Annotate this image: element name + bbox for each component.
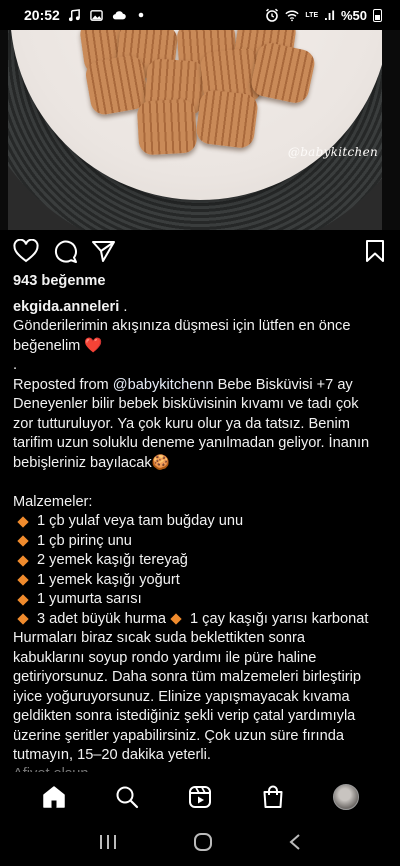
music-note-icon bbox=[68, 8, 82, 22]
cookie-graphic bbox=[194, 88, 260, 150]
share-button[interactable] bbox=[90, 238, 116, 264]
avatar bbox=[332, 784, 359, 810]
ingredient-item: 1 yemek kaşığı yoğurt bbox=[13, 571, 393, 591]
home-circle-icon bbox=[193, 832, 212, 851]
image-edge bbox=[0, 30, 8, 230]
orange-diamond-icon bbox=[17, 555, 29, 567]
battery-icon bbox=[373, 8, 382, 22]
like-button[interactable] bbox=[13, 238, 39, 264]
ingredient-item: 1 çb yulaf veya tam buğday unu bbox=[13, 512, 393, 532]
alarm-icon bbox=[265, 8, 279, 22]
wifi-icon bbox=[285, 8, 300, 22]
instruction-line: kabuklarını soyup rondo yardımı ile püre… bbox=[13, 649, 317, 666]
instruction-line: getiriyorsunuz. Daha sonra tüm malzemele… bbox=[13, 669, 361, 685]
cloud-icon bbox=[112, 8, 126, 22]
home-icon bbox=[43, 786, 66, 808]
status-left: 20:52 bbox=[24, 7, 148, 23]
ingredient-item: 2 yemek kaşığı tereyağ bbox=[13, 551, 393, 571]
post-content: 943 beğenme ekgida.anneleri . Gönderiler… bbox=[13, 272, 393, 782]
cookie-graphic bbox=[136, 98, 198, 156]
ingredients-title: Malzemeler: bbox=[13, 493, 93, 510]
system-nav-bar bbox=[0, 822, 400, 866]
post-image[interactable]: @babykitchen bbox=[0, 30, 400, 230]
body-line: zor tutturuluyor. Ya çok kuru olur ya da… bbox=[13, 415, 350, 432]
bottom-nav bbox=[0, 772, 400, 822]
ingredient-item: 1 yumurta sarısı bbox=[13, 590, 393, 610]
nav-reels[interactable] bbox=[184, 781, 216, 813]
send-icon bbox=[91, 241, 115, 262]
body-line: tarifim uzun soluklu deneme yanılmadan g… bbox=[13, 435, 370, 451]
ingredient-item: 1 çb pirinç unu bbox=[13, 532, 393, 552]
caption-line: Gönderilerimin akışınıza düşmesi için lü… bbox=[13, 318, 351, 334]
battery-percent: %50 bbox=[340, 7, 367, 23]
orange-diamond-icon bbox=[170, 613, 182, 625]
recent-apps-button[interactable] bbox=[98, 833, 118, 856]
repost-line: Reposted from @babykitchenn Bebe Bisküvi… bbox=[13, 376, 393, 396]
caption-header: ekgida.anneleri . bbox=[13, 298, 128, 315]
dot-icon bbox=[134, 8, 148, 22]
orange-diamond-icon bbox=[17, 594, 29, 606]
ingredient-item: 3 adet büyük hurma 1 çay kaşığı yarısı ka… bbox=[13, 610, 393, 630]
instruction-line: geldikten sonra istediğiniz şekli verip … bbox=[13, 708, 356, 724]
back-chevron-icon bbox=[289, 833, 300, 850]
repost-handle-link[interactable]: @babykitchenn bbox=[113, 377, 214, 393]
recent-apps-icon bbox=[99, 834, 116, 849]
instruction-line: tutmayın, 15–20 dakika yeterli. bbox=[13, 747, 211, 763]
body-line: bebişleriniz bayılacak🍪 bbox=[13, 454, 170, 471]
shop-icon bbox=[263, 785, 283, 808]
nav-search[interactable] bbox=[111, 781, 143, 813]
image-edge bbox=[382, 30, 400, 230]
nav-shop[interactable] bbox=[257, 781, 289, 813]
orange-diamond-icon bbox=[17, 574, 29, 586]
comment-button[interactable] bbox=[52, 238, 78, 264]
status-right: LTE .ıl %50 bbox=[265, 8, 382, 23]
home-system-button[interactable] bbox=[193, 832, 213, 857]
caption-line: beğenelim ❤️ bbox=[13, 337, 103, 354]
nav-profile[interactable] bbox=[330, 781, 362, 813]
bookmark-icon bbox=[366, 240, 384, 262]
instruction-line: üzerine şeritler yapabilirsiniz. Çok uzu… bbox=[13, 727, 344, 744]
save-button[interactable] bbox=[362, 238, 388, 264]
back-button[interactable] bbox=[288, 833, 302, 856]
instruction-line: iyice yoğuruyorsunuz. Elinize yapışmayac… bbox=[13, 688, 350, 705]
nav-home[interactable] bbox=[38, 781, 70, 813]
repost-prefix: Reposted from bbox=[13, 376, 113, 393]
caption-line: . bbox=[13, 357, 18, 373]
gallery-icon bbox=[90, 8, 104, 22]
username-link[interactable]: ekgida.anneleri bbox=[13, 299, 119, 315]
post-action-bar bbox=[0, 236, 400, 266]
image-watermark: @babykitchen bbox=[287, 145, 378, 159]
lte-indicator: LTE bbox=[305, 11, 319, 19]
orange-diamond-icon bbox=[17, 613, 29, 625]
body-line: Deneyenler bilir bebek bisküvisinin kıva… bbox=[13, 396, 359, 412]
likes-count[interactable]: 943 beğenme bbox=[13, 272, 393, 292]
signal-indicator: .ıl bbox=[324, 7, 335, 23]
status-time: 20:52 bbox=[24, 7, 60, 23]
reels-icon bbox=[188, 786, 211, 808]
search-icon bbox=[116, 786, 139, 809]
orange-diamond-icon bbox=[17, 535, 29, 547]
orange-diamond-icon bbox=[17, 516, 29, 528]
repost-suffix: Bebe Bisküvisi +7 ay bbox=[213, 376, 353, 393]
status-bar: 20:52 LTE .ıl %50 bbox=[0, 0, 400, 30]
comment-icon bbox=[54, 240, 77, 263]
instruction-line: Hurmaları biraz sıcak suda beklettikten … bbox=[13, 630, 306, 646]
heart-icon bbox=[13, 239, 39, 263]
